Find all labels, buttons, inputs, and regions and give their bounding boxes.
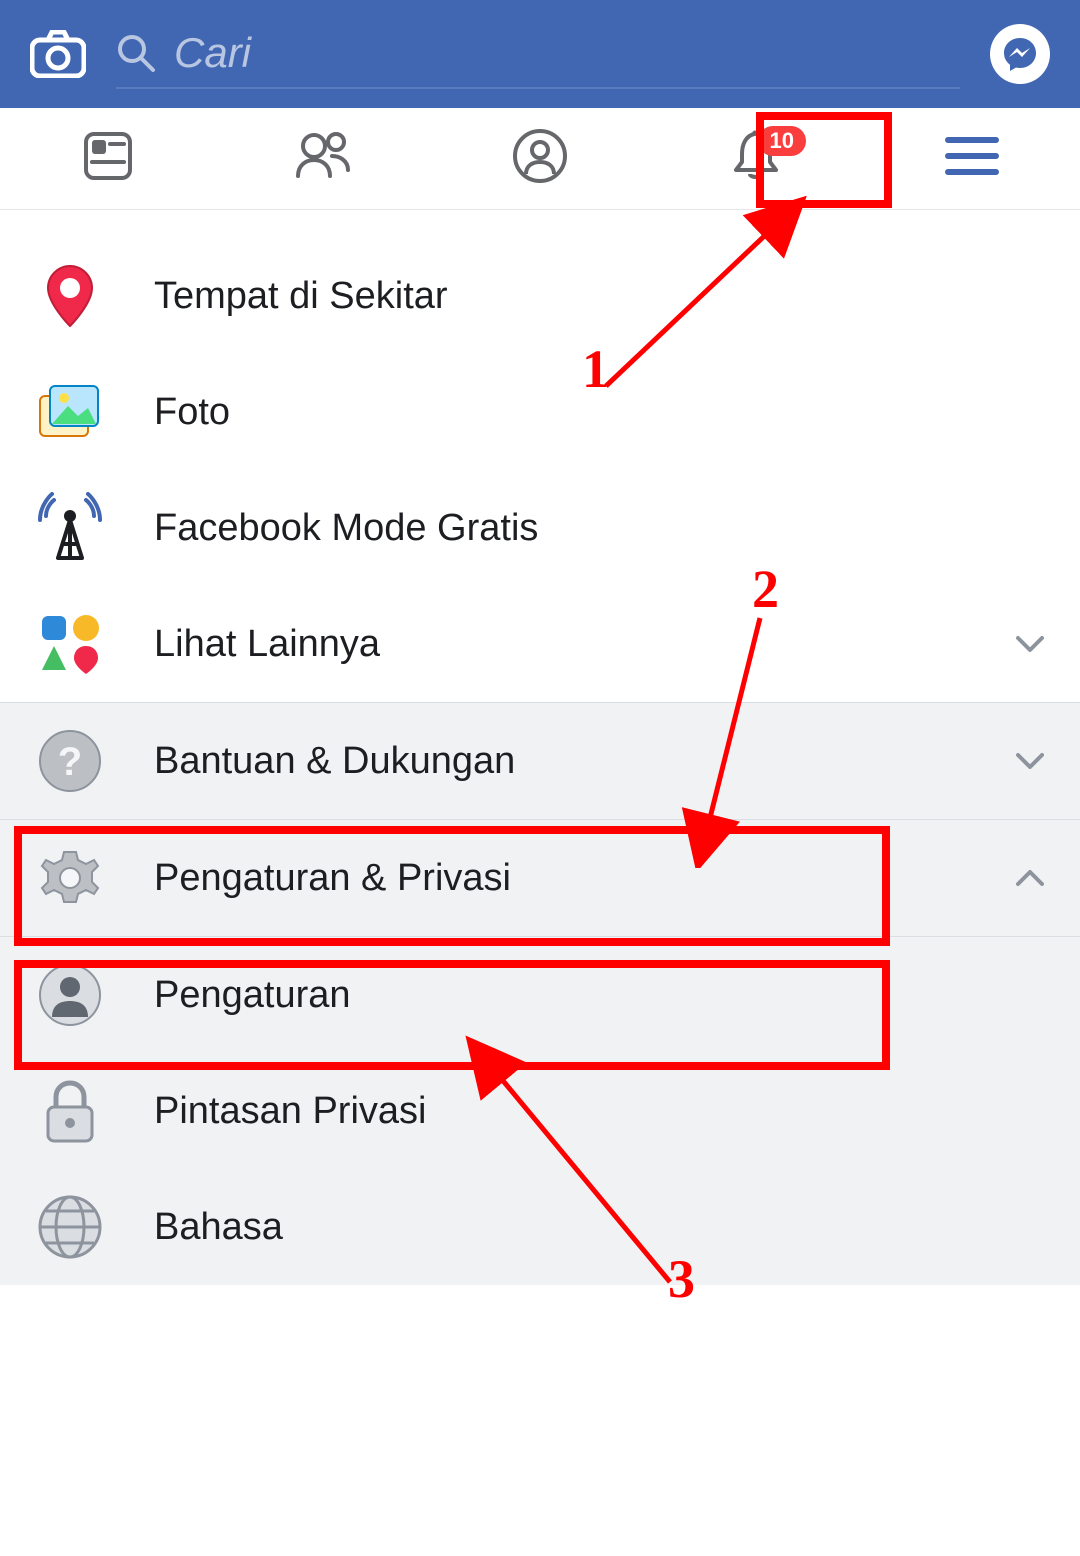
menu-item-label: Tempat di Sekitar — [154, 275, 1050, 318]
globe-icon — [34, 1191, 106, 1263]
menu-see-more[interactable]: Lihat Lainnya — [0, 586, 1080, 702]
menu-item-label: Pengaturan — [154, 974, 1050, 1017]
chevron-down-icon — [1010, 741, 1050, 781]
shapes-icon — [34, 608, 106, 680]
feed-icon — [80, 128, 136, 189]
menu-free-mode[interactable]: Facebook Mode Gratis — [0, 470, 1080, 586]
help-icon: ? — [34, 725, 106, 797]
menu-settings[interactable]: Pengaturan — [0, 937, 1080, 1053]
menu-item-label: Pintasan Privasi — [154, 1090, 1050, 1133]
tab-feed[interactable] — [0, 108, 216, 209]
search-icon — [116, 33, 156, 73]
annotation-number-2: 2 — [752, 558, 779, 620]
photos-icon — [34, 376, 106, 448]
menu-settings-privacy[interactable]: Pengaturan & Privasi — [0, 820, 1080, 936]
gear-icon — [34, 842, 106, 914]
tab-friends[interactable] — [216, 108, 432, 209]
friends-icon — [292, 128, 356, 189]
tab-profile[interactable] — [432, 108, 648, 209]
svg-text:?: ? — [58, 740, 82, 784]
chevron-up-icon — [1010, 858, 1050, 898]
menu-photos[interactable]: Foto — [0, 354, 1080, 470]
top-header — [0, 0, 1080, 108]
search-bar[interactable] — [116, 19, 960, 89]
menu-item-label: Bantuan & Dukungan — [154, 740, 1010, 783]
pin-icon — [34, 260, 106, 332]
menu-list: Tempat di Sekitar Foto Facebook Mode Gra… — [0, 210, 1080, 1285]
tab-notifications[interactable]: 10 — [648, 108, 864, 209]
menu-help-support[interactable]: ? Bantuan & Dukungan — [0, 703, 1080, 819]
user-icon — [34, 959, 106, 1031]
menu-item-label: Pengaturan & Privasi — [154, 857, 1010, 900]
menu-nearby-places[interactable]: Tempat di Sekitar — [0, 238, 1080, 354]
chevron-down-icon — [1010, 624, 1050, 664]
search-input[interactable] — [174, 29, 960, 77]
menu-item-label: Bahasa — [154, 1206, 1050, 1249]
menu-item-label: Lihat Lainnya — [154, 623, 1010, 666]
annotation-number-3: 3 — [668, 1248, 695, 1310]
camera-icon[interactable] — [30, 30, 86, 78]
menu-item-label: Facebook Mode Gratis — [154, 507, 1050, 550]
menu-language[interactable]: Bahasa — [0, 1169, 1080, 1285]
notification-badge: 10 — [758, 126, 806, 156]
tab-menu[interactable] — [864, 108, 1080, 209]
lock-icon — [34, 1075, 106, 1147]
menu-privacy-shortcuts[interactable]: Pintasan Privasi — [0, 1053, 1080, 1169]
hamburger-icon — [944, 134, 1000, 183]
profile-icon — [512, 128, 568, 189]
tab-bar: 10 — [0, 108, 1080, 210]
annotation-number-1: 1 — [582, 338, 609, 400]
messenger-icon[interactable] — [990, 24, 1050, 84]
antenna-icon — [34, 492, 106, 564]
